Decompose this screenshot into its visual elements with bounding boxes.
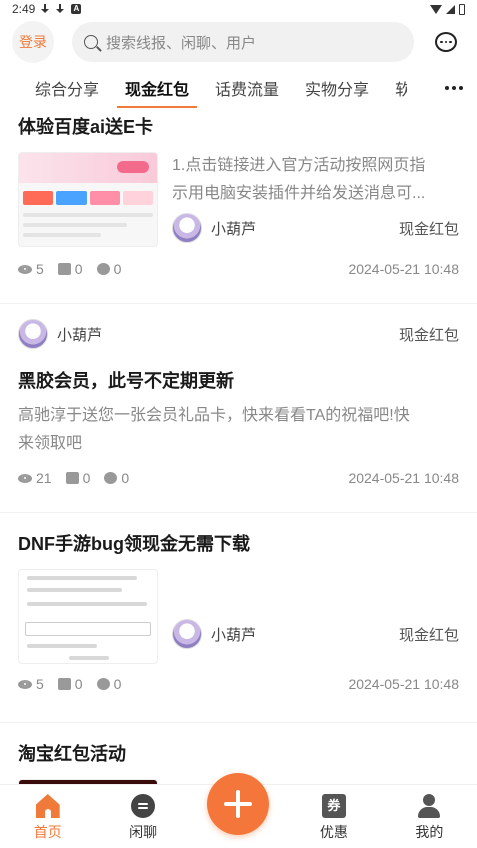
post-card[interactable]: 体验百度ai送E卡 1.点击链接进入官方活动按照网页指 示用电脑安装插件并给发送…: [0, 110, 477, 304]
more-tabs-icon[interactable]: [439, 66, 463, 110]
post-date: 2024-05-21 10:48: [348, 470, 459, 486]
comment-icon: [96, 263, 110, 275]
author-name[interactable]: 小葫芦: [211, 218, 256, 239]
post-excerpt: 1.点击链接进入官方活动按照网页指: [172, 157, 426, 174]
coupon-icon: 券: [321, 794, 346, 818]
comment-icon: [96, 678, 110, 690]
eye-icon: [18, 679, 32, 689]
post-title: 黑胶会员，此号不定期更新: [18, 371, 234, 391]
search-icon: [84, 35, 98, 49]
likes-stat[interactable]: 0: [57, 261, 83, 277]
post-feed: 体验百度ai送E卡 1.点击链接进入官方活动按照网页指 示用电脑安装插件并给发送…: [0, 110, 477, 784]
post-card[interactable]: DNF手游bug领现金无需下载 小葫芦 现金红包 5 0 0 2024-05-2…: [0, 513, 477, 723]
post-title: 体验百度ai送E卡: [18, 117, 154, 137]
nav-home[interactable]: 首页: [0, 794, 95, 848]
thumbs-up-icon: [57, 263, 71, 275]
post-title: DNF手游bug领现金无需下载: [18, 534, 250, 554]
comments-stat[interactable]: 0: [96, 261, 121, 277]
nav-deals-label: 优惠: [319, 824, 348, 840]
comment-icon: [104, 472, 118, 484]
search-placeholder: 搜索线报、闲聊、用户: [106, 34, 257, 52]
post-category: 现金红包: [398, 626, 459, 644]
create-post-button[interactable]: [207, 773, 269, 835]
tab-software[interactable]: 软: [395, 66, 407, 110]
message-icon[interactable]: [435, 32, 457, 52]
likes-stat[interactable]: 0: [57, 676, 83, 692]
category-tabs: 综合分享 现金红包 话费流量 实物分享 软: [0, 66, 477, 110]
views-stat: 21: [18, 470, 52, 486]
nav-chat[interactable]: 闲聊: [95, 794, 190, 848]
eye-icon: [18, 473, 32, 483]
tab-cash-redpacket[interactable]: 现金红包: [117, 66, 198, 110]
post-excerpt-2: 来领取吧: [18, 435, 83, 452]
post-category: 现金红包: [398, 326, 459, 344]
login-button[interactable]: 登录: [12, 21, 54, 63]
views-stat: 5: [18, 676, 44, 692]
nav-mine[interactable]: 我的: [382, 794, 477, 848]
likes-stat[interactable]: 0: [65, 470, 90, 486]
status-bar: 2:49 A: [0, 0, 477, 18]
eye-icon: [18, 264, 32, 274]
comments-stat[interactable]: 0: [104, 470, 129, 486]
thumbs-up-icon: [57, 678, 71, 690]
thumbs-up-icon: [65, 472, 79, 484]
post-category: 现金红包: [398, 220, 459, 238]
author-name[interactable]: 小葫芦: [57, 324, 102, 345]
comments-stat[interactable]: 0: [96, 676, 121, 692]
post-excerpt: 高驰淳于送您一张会员礼品卡，快来看看TA的祝福吧!快: [18, 407, 410, 424]
avatar[interactable]: [172, 213, 202, 243]
status-time: 2:49: [12, 2, 36, 16]
search-input[interactable]: 搜索线报、闲聊、用户: [72, 22, 414, 62]
post-date: 2024-05-21 10:48: [348, 261, 459, 277]
chat-bubble-icon: [131, 794, 156, 818]
post-thumbnail[interactable]: [18, 569, 158, 664]
nav-mine-label: 我的: [415, 824, 444, 840]
download-icon: [41, 4, 50, 14]
top-bar: 登录 搜索线报、闲聊、用户: [0, 18, 477, 66]
user-icon: [417, 794, 441, 818]
tab-general[interactable]: 综合分享: [35, 66, 99, 110]
post-excerpt-2: 示用电脑安装插件并给发送消息可...: [172, 185, 426, 202]
tab-physical-goods[interactable]: 实物分享: [305, 66, 369, 110]
download-icon-2: [56, 4, 65, 14]
notification-a-icon: A: [71, 4, 82, 14]
post-card[interactable]: 小葫芦 现金红包 黑胶会员，此号不定期更新 高驰淳于送您一张会员礼品卡，快来看看…: [0, 304, 477, 513]
signal-icon: [446, 4, 455, 14]
home-icon: [35, 794, 60, 818]
nav-chat-label: 闲聊: [129, 824, 158, 840]
post-title: 淘宝红包活动: [18, 744, 126, 764]
nav-deals[interactable]: 券 优惠: [286, 794, 381, 848]
wifi-icon: [430, 4, 442, 14]
avatar[interactable]: [172, 619, 202, 649]
post-date: 2024-05-21 10:48: [348, 676, 459, 692]
avatar[interactable]: [18, 319, 48, 349]
views-stat: 5: [18, 261, 44, 277]
nav-home-label: 首页: [33, 824, 62, 840]
tab-phone-data[interactable]: 话费流量: [215, 66, 279, 110]
battery-icon: [459, 3, 465, 15]
post-thumbnail[interactable]: [18, 152, 158, 247]
author-name[interactable]: 小葫芦: [211, 624, 256, 645]
